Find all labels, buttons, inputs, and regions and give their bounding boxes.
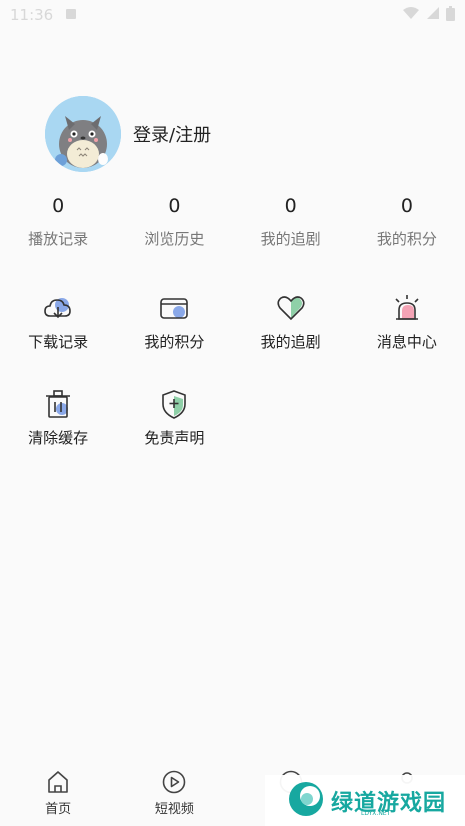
home-icon <box>45 769 71 795</box>
tab-label: 短视频 <box>154 802 194 817</box>
grid-item-messages[interactable]: 消息中心 <box>349 292 465 388</box>
login-register-link[interactable]: 登录/注册 <box>133 121 211 147</box>
grid-label: 消息中心 <box>376 333 437 351</box>
cloud-download-icon <box>42 292 74 324</box>
alarm-icon <box>391 292 423 324</box>
stat-value: 0 <box>52 195 65 217</box>
grid-label: 免责声明 <box>144 429 205 447</box>
profile-header[interactable]: 登录/注册 <box>45 96 211 172</box>
play-circle-icon <box>161 769 187 795</box>
stat-play-history[interactable]: 0 播放记录 <box>0 192 116 249</box>
stat-label: 我的积分 <box>376 230 437 248</box>
battery-icon <box>446 5 455 25</box>
trash-icon <box>42 388 74 420</box>
grid-item-points[interactable]: 我的积分 <box>116 292 232 388</box>
grid-item-downloads[interactable]: 下载记录 <box>0 292 116 388</box>
tab-home[interactable]: 首页 <box>0 760 116 826</box>
heart-icon <box>275 292 307 324</box>
signal-icon <box>426 6 440 24</box>
grid-label: 我的积分 <box>144 333 205 351</box>
grid-label: 清除缓存 <box>28 429 89 447</box>
feature-grid: 下载记录 我的积分 我的追剧 消息中心 清除缓存 免责声明 <box>0 292 465 484</box>
status-time: 11:36 <box>10 6 54 24</box>
stat-value: 0 <box>400 195 413 217</box>
stat-label: 我的追剧 <box>260 230 321 248</box>
status-bar: 11:36 <box>0 0 465 30</box>
stat-my-points[interactable]: 0 我的积分 <box>349 192 465 249</box>
card-icon <box>158 292 190 324</box>
watermark-icon <box>287 780 325 822</box>
stat-value: 0 <box>168 195 181 217</box>
watermark-subtext: LDYX.NET <box>361 810 391 817</box>
stat-browse-history[interactable]: 0 浏览历史 <box>116 192 232 249</box>
stat-label: 播放记录 <box>28 230 89 248</box>
avatar[interactable] <box>45 96 121 172</box>
grid-item-disclaimer[interactable]: 免责声明 <box>116 388 232 484</box>
grid-label: 我的追剧 <box>260 333 321 351</box>
stats-row: 0 播放记录 0 浏览历史 0 我的追剧 0 我的积分 <box>0 192 465 249</box>
wifi-icon <box>402 6 420 24</box>
grid-item-my-series[interactable]: 我的追剧 <box>233 292 349 388</box>
stat-label: 浏览历史 <box>144 230 205 248</box>
grid-item-clear-cache[interactable]: 清除缓存 <box>0 388 116 484</box>
stat-my-series[interactable]: 0 我的追剧 <box>233 192 349 249</box>
stat-value: 0 <box>284 195 297 217</box>
tab-label: 首页 <box>45 802 72 817</box>
notification-icon <box>65 6 77 24</box>
grid-label: 下载记录 <box>28 333 89 351</box>
watermark-logo: 绿道游戏园 LDYX.NET <box>265 775 465 826</box>
tab-short-video[interactable]: 短视频 <box>116 760 232 826</box>
shield-icon <box>158 388 190 420</box>
